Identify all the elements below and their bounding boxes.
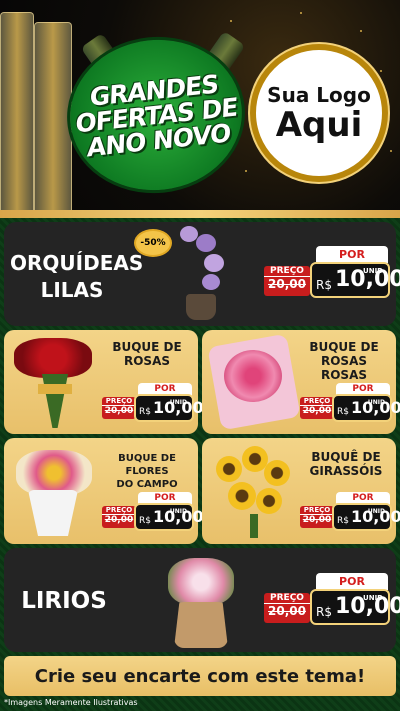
sparkle (380, 70, 382, 72)
product-name-line: BUQUE DE FLORES (118, 453, 176, 477)
product-name-line: BUQUÊ DE (311, 450, 381, 464)
product-name-line: ORQUÍDEAS (10, 251, 144, 275)
rose-bouquet-image (12, 334, 94, 430)
logo-placeholder[interactable]: Sua Logo Aqui (250, 44, 388, 182)
product-name-line: BUQUE DE (309, 340, 379, 354)
logo-text-line1: Sua Logo (267, 83, 371, 107)
old-price-box: PREÇO 20,00 (300, 506, 334, 528)
orchid-image (172, 224, 236, 322)
currency: R$ (337, 407, 349, 417)
old-price-box: PREÇO 20,00 (264, 593, 310, 623)
product-name-line: LIRIOS (21, 588, 107, 614)
currency: R$ (139, 407, 151, 417)
header-banner: GRANDES OFERTAS DE ANO NOVO Sua Logo Aqu… (0, 0, 400, 212)
price-box: R$ 10,00 UNID (332, 503, 400, 531)
product-name-line: DO CAMPO (116, 479, 178, 490)
logo-text-line2: Aqui (275, 105, 363, 145)
discount-badge: -50% (136, 231, 170, 255)
unit-label: UNID (367, 508, 385, 515)
field-flowers-image (12, 442, 96, 540)
old-price: 20,00 (104, 515, 134, 525)
product-name-line: LILAS (40, 278, 104, 302)
sparkle (300, 12, 302, 14)
old-price: 20,00 (302, 406, 332, 416)
sparkle (230, 20, 232, 22)
currency: R$ (316, 278, 332, 292)
old-price-box: PREÇO 20,00 (300, 397, 334, 419)
currency: R$ (316, 605, 332, 619)
price-box: R$ 10,00 UNID (332, 394, 400, 422)
sparkle (245, 170, 247, 172)
unit-label: UNID (363, 594, 383, 602)
cta-banner[interactable]: Crie seu encarte com este tema! (4, 656, 396, 696)
cta-text: Crie seu encarte com este tema! (34, 665, 366, 687)
disclaimer-text: *Imagens Meramente Ilustrativas (4, 698, 138, 707)
old-price: 20,00 (302, 515, 332, 525)
unit-label: UNID (169, 399, 187, 406)
product-name: LIRIOS (16, 588, 112, 615)
product-name: BUQUÊ DE GIRASSÓIS (300, 450, 392, 478)
por-label: POR (316, 573, 388, 590)
champagne-glass-image (34, 22, 72, 212)
old-price-box: PREÇO 20,00 (264, 266, 310, 296)
preco-label: PREÇO (102, 397, 136, 406)
old-price-box: PREÇO 20,00 (102, 397, 136, 419)
product-name-line: ROSAS (123, 354, 170, 368)
currency: R$ (337, 516, 349, 526)
product-name-line: ROSAS ROSAS (320, 354, 367, 382)
product-name-line: BUQUE DE (112, 340, 182, 354)
pink-rose-bouquet-image (206, 333, 301, 431)
price-box: R$ 10,00 UNID (134, 394, 204, 422)
price-box: R$ 10,00 UNID (310, 589, 400, 625)
product-name: BUQUE DE ROSAS (104, 340, 190, 368)
unit-label: UNID (363, 267, 383, 275)
old-price: 20,00 (268, 604, 306, 618)
product-name: BUQUE DE FLORES DO CAMPO (100, 452, 194, 491)
product-name: BUQUE DE ROSAS ROSAS (296, 340, 392, 382)
sparkle (390, 150, 392, 152)
preco-label: PREÇO (102, 506, 136, 515)
currency: R$ (139, 516, 151, 526)
unit-label: UNID (367, 399, 385, 406)
unit-label: UNID (169, 508, 187, 515)
champagne-glass-image (0, 12, 34, 212)
preco-label: PREÇO (300, 397, 334, 406)
price-box: R$ 10,00 UNID (310, 262, 400, 298)
product-name-line: GIRASSÓIS (309, 464, 383, 478)
old-price: 20,00 (104, 406, 134, 416)
old-price: 20,00 (268, 277, 306, 291)
lily-bouquet-image (164, 552, 238, 650)
preco-label: PREÇO (264, 593, 310, 604)
preco-label: PREÇO (300, 506, 334, 515)
price-box: R$ 10,00 UNID (134, 503, 204, 531)
sunflower-bouquet-image (206, 442, 298, 540)
por-label: POR (316, 246, 388, 263)
sparkle (360, 30, 362, 32)
old-price-box: PREÇO 20,00 (102, 506, 136, 528)
preco-label: PREÇO (264, 266, 310, 277)
product-name: ORQUÍDEAS LILAS (10, 250, 144, 304)
gold-divider (0, 210, 400, 218)
